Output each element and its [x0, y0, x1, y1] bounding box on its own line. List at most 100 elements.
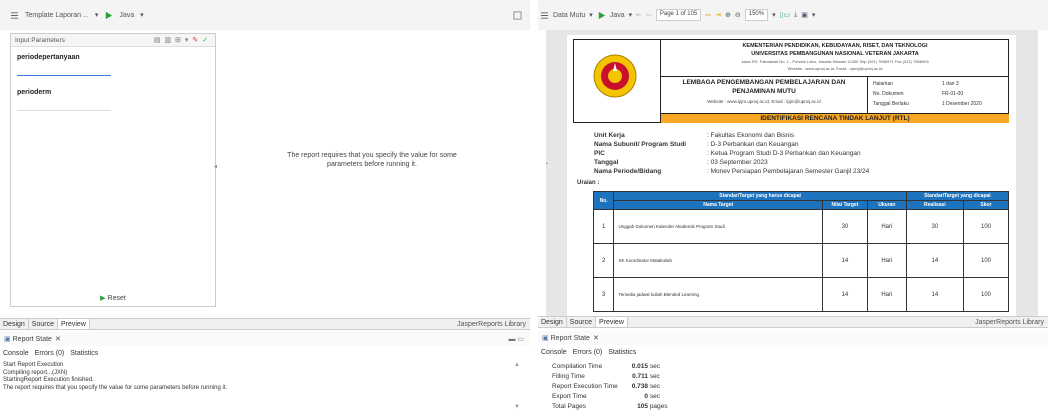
- info-value: : Fakultas Ekonomi dan Bisnis: [707, 132, 795, 139]
- subtab-statistics[interactable]: Statistics: [70, 350, 98, 357]
- template-dropdown[interactable]: Template Laporan ...: [25, 12, 89, 19]
- tab-design[interactable]: Design: [0, 319, 29, 329]
- report-state-view-header: ▣ Report State ✕ ▬ ▭: [0, 332, 530, 346]
- chevron-down-icon[interactable]: ▾: [589, 11, 593, 19]
- chevron-down-icon[interactable]: ▾: [772, 11, 776, 19]
- tab-design[interactable]: Design: [538, 317, 567, 327]
- report-state-title[interactable]: Report State: [13, 336, 52, 343]
- col-no: No.: [592, 191, 615, 210]
- left-toolbar: Template Laporan ... ▾ Java ▾: [0, 0, 530, 30]
- group-header-achieved: Standar/Target yang dicapai: [905, 191, 1010, 201]
- menu-icon[interactable]: [540, 11, 549, 20]
- chevron-down-icon[interactable]: ▾: [140, 11, 144, 19]
- run-icon[interactable]: [104, 11, 113, 20]
- right-editor-pane: Data Mutu ▾ Java ▾ ⇤ ⇦ Page 1 of 105 ⇨ ⇥…: [538, 0, 1048, 420]
- subtab-console[interactable]: Console: [3, 350, 29, 357]
- export-icon[interactable]: ⤓: [794, 11, 797, 19]
- right-console-subtabs: Console Errors (0) Statistics: [538, 346, 1048, 358]
- info-key: Nama Subunit/ Program Studi: [594, 141, 687, 148]
- data-source-dropdown[interactable]: Data Mutu: [553, 12, 585, 19]
- close-icon[interactable]: ✕: [593, 334, 599, 342]
- header-ministry: KEMENTERIAN PENDIDIKAN, KEBUDAYAAN, RISE…: [742, 43, 928, 49]
- subtab-errors[interactable]: Errors (0): [35, 350, 65, 357]
- table-header-row: Nama Target Nilai Target Ukuran Realisas…: [594, 200, 1010, 210]
- splitter-handle[interactable]: ◂: [214, 163, 217, 170]
- console-line: StartingReport Execution finished.: [3, 377, 94, 383]
- param-input-2[interactable]: [17, 100, 111, 111]
- subtab-errors[interactable]: Errors (0): [573, 349, 603, 356]
- menu-icon[interactable]: [10, 11, 19, 20]
- run-icon[interactable]: [597, 11, 606, 20]
- maximize-icon[interactable]: [513, 10, 522, 20]
- chevron-down-icon[interactable]: ▾: [629, 11, 633, 19]
- info-value: : Monev Persiapan Pembelajaran Semester …: [707, 168, 870, 175]
- meta-value: 1 Desember 2020: [942, 101, 982, 107]
- next-page-icon[interactable]: ⇨: [705, 11, 711, 19]
- tab-source[interactable]: Source: [29, 319, 58, 329]
- table-row: 2 SK Koordinator Matakuliah 14 Hari 14 1…: [592, 243, 1010, 278]
- group-header-target: Standar/Target yang harus dicapai: [613, 191, 907, 201]
- table-row: 1 Unggah Dokumen Kalender Akademik Progr…: [592, 209, 1010, 244]
- col-score: Skor: [962, 200, 1010, 210]
- chevron-down-icon[interactable]: ▾: [812, 11, 816, 19]
- table-header-row: No. Standar/Target yang harus dicapai St…: [592, 191, 1010, 210]
- rtl-banner-text: IDENTIFIKASI RENCANA TINDAK LANJUT (RTL): [760, 115, 910, 122]
- console-line: Compiling report...(JXN): [3, 369, 68, 376]
- save-icon[interactable]: ▣: [801, 11, 808, 19]
- report-state-view-header: ▣ Report State ✕: [538, 331, 1048, 345]
- language-dropdown[interactable]: Java: [119, 12, 134, 19]
- tab-preview[interactable]: Preview: [595, 317, 628, 327]
- pane-divider[interactable]: [530, 0, 538, 420]
- info-value: : 03 September 2023: [707, 159, 768, 166]
- last-page-icon[interactable]: ⇥: [715, 11, 721, 19]
- rtl-banner: IDENTIFIKASI RENCANA TINDAK LANJUT (RTL): [661, 114, 1009, 123]
- tab-preview[interactable]: Preview: [57, 319, 90, 329]
- first-page-icon[interactable]: ⇤: [636, 11, 642, 19]
- right-toolbar: Data Mutu ▾ Java ▾ ⇤ ⇦ Page 1 of 105 ⇨ ⇥…: [538, 0, 1048, 30]
- view-menu-icons[interactable]: ▬ ▭: [508, 335, 524, 343]
- info-value: : D-3 Perbankan dan Keuangan: [707, 141, 799, 148]
- lpm-title-2: PENJAMINAN MUTU: [732, 88, 796, 95]
- zoom-select[interactable]: 150%: [744, 9, 769, 21]
- report-state-title[interactable]: Report State: [551, 335, 590, 342]
- scroll-down-arrow[interactable]: ▼: [514, 404, 520, 410]
- info-key: PIC: [594, 150, 605, 157]
- library-label: JasperReports Library: [975, 318, 1044, 326]
- info-key: Nama Periode/Bidang: [594, 168, 662, 175]
- lpm-title-1: LEMBAGA PENGEMBANGAN PEMBELAJARAN DAN: [682, 79, 846, 86]
- splitter-handle[interactable]: ▸: [546, 160, 548, 167]
- fit-icons[interactable]: ▯▭: [780, 11, 790, 19]
- meta-value: FR-01-00: [942, 91, 964, 97]
- table-row: 3 Tersedia jadwal kuliah Blended Learnin…: [592, 277, 1010, 312]
- header-university: UNIVERSITAS PEMBANGUNAN NASIONAL VETERAN…: [751, 51, 919, 57]
- info-key: Tanggal: [594, 159, 619, 166]
- parameter-tool-icons[interactable]: ▤ ▥ ⊞ ▾ ✎ ✓: [154, 36, 209, 44]
- reset-button[interactable]: ▶ Reset: [11, 294, 215, 302]
- info-value: : Ketua Program Studi D-3 Perbankan dan …: [707, 150, 861, 157]
- chevron-down-icon[interactable]: ▾: [95, 11, 99, 19]
- left-editor-pane: Template Laporan ... ▾ Java ▾ Input Para…: [0, 0, 530, 420]
- prev-page-icon[interactable]: ⇦: [646, 11, 652, 19]
- zoom-in-icon[interactable]: ⊕: [725, 11, 731, 19]
- zoom-out-icon[interactable]: ⊖: [735, 11, 741, 19]
- close-icon[interactable]: ✕: [55, 335, 61, 343]
- language-dropdown[interactable]: Java: [610, 12, 625, 19]
- tab-source[interactable]: Source: [567, 317, 596, 327]
- subtab-statistics[interactable]: Statistics: [608, 349, 636, 356]
- stat-row: Total Pages 105 pages: [552, 403, 668, 410]
- preview-area: The report requires that you specify the…: [214, 33, 517, 307]
- col-name: Nama Target: [613, 200, 823, 210]
- col-real: Realisasi: [905, 200, 964, 210]
- meta-key: Halaman: [873, 81, 894, 87]
- subtab-console[interactable]: Console: [541, 349, 567, 356]
- console-line: Start Report Execution: [3, 362, 64, 368]
- stat-row: Filling Time 0.711 sec: [552, 373, 660, 380]
- header-address: Jalan RS. Fatmawati No. 1 - Pondok Labu,…: [741, 59, 929, 64]
- stat-row: Export Time 0 sec: [552, 393, 660, 400]
- info-key: Unit Kerja: [594, 132, 625, 139]
- stat-row: Compilation Time 0.015 sec: [552, 363, 660, 370]
- param-input-1[interactable]: [17, 65, 111, 76]
- left-editor-tabs: Design Source Preview JasperReports Libr…: [0, 318, 530, 330]
- scroll-up-arrow[interactable]: ▲: [514, 362, 520, 368]
- page-indicator[interactable]: Page 1 of 105: [655, 9, 702, 21]
